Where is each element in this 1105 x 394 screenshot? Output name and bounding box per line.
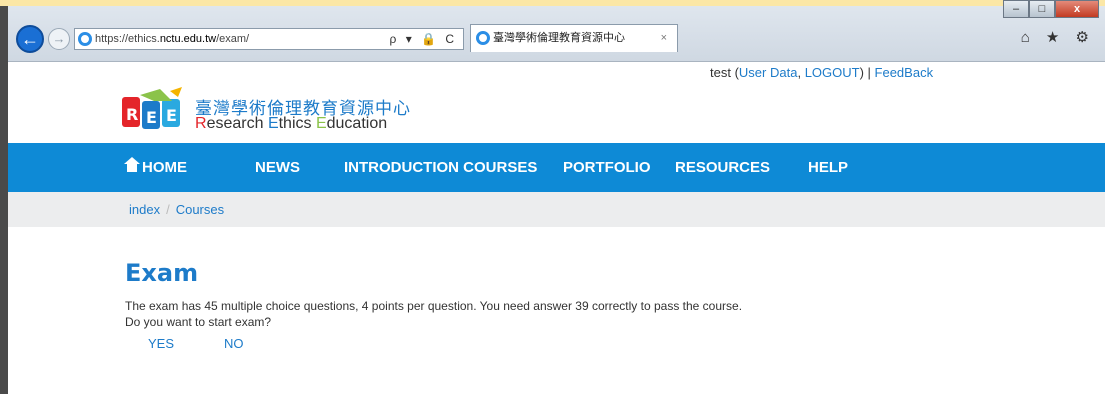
- address-bar[interactable]: https://ethics.nctu.edu.tw/exam/ ρ ▾ 🔒 C: [74, 28, 464, 50]
- url-path: /exam/: [216, 33, 250, 45]
- nav-introduction-courses[interactable]: INTRODUCTION COURSES: [344, 143, 537, 192]
- exam-description: The exam has 45 multiple choice question…: [125, 298, 742, 330]
- url-prefix: https://ethics.: [95, 33, 160, 45]
- userbar-paren: (: [730, 65, 739, 80]
- logo-letter-e2: E: [315, 115, 327, 132]
- home-star-gear-icons[interactable]: ⌂ ★ ⚙: [1021, 28, 1095, 46]
- window-controls: – □ x: [1003, 0, 1099, 18]
- logout-link[interactable]: LOGOUT: [805, 65, 860, 80]
- logo-word-thics: thics: [278, 115, 316, 132]
- svg-text:E: E: [166, 106, 177, 125]
- browser-window: ← → https://ethics.nctu.edu.tw/exam/ ρ ▾…: [0, 0, 1105, 394]
- page-title: Exam: [125, 259, 199, 287]
- feedback-link[interactable]: FeedBack: [875, 65, 934, 80]
- user-bar: test (User Data, LOGOUT) | FeedBack: [710, 65, 933, 80]
- tab-ie-icon: [476, 31, 490, 45]
- browser-tab[interactable]: 臺灣學術倫理教育資源中心 ×: [470, 24, 678, 52]
- nav-help[interactable]: HELP: [808, 143, 848, 192]
- back-arrow-icon[interactable]: ←: [16, 25, 44, 53]
- exam-prompt-text: Do you want to start exam?: [125, 315, 272, 329]
- logo-word-esearch: esearch: [206, 115, 268, 132]
- user-data-link[interactable]: User Data: [739, 65, 798, 80]
- svg-text:R: R: [126, 105, 138, 124]
- tab-title: 臺灣學術倫理教育資源中心: [493, 32, 625, 44]
- ie-logo-icon: [78, 32, 92, 46]
- nav-home[interactable]: HOME: [124, 143, 187, 192]
- nav-portfolio[interactable]: PORTFOLIO: [563, 143, 651, 192]
- no-button[interactable]: NO: [224, 336, 244, 351]
- username: test: [710, 65, 731, 80]
- logo-letter-r: R: [195, 115, 207, 132]
- forward-arrow-icon[interactable]: →: [48, 28, 70, 50]
- logo-english-title[interactable]: Research Ethics Education: [195, 115, 387, 133]
- exam-rules-text: The exam has 45 multiple choice question…: [125, 299, 743, 313]
- nav-resources[interactable]: RESOURCES: [675, 143, 770, 192]
- breadcrumb-separator: /: [166, 202, 170, 217]
- maximize-button[interactable]: □: [1029, 0, 1055, 18]
- breadcrumb-courses[interactable]: Courses: [176, 202, 224, 217]
- yes-button[interactable]: YES: [148, 336, 174, 351]
- ree-logo-icon[interactable]: R E E: [120, 87, 186, 131]
- logo-word-ducation: ducation: [326, 115, 388, 132]
- close-window-button[interactable]: x: [1055, 0, 1099, 18]
- url-host: nctu.edu.tw: [159, 33, 217, 45]
- userbar-separator: ) |: [859, 65, 875, 80]
- breadcrumb: index / Courses: [8, 192, 1105, 227]
- svg-text:E: E: [146, 108, 157, 127]
- browser-toolbar: ← → https://ethics.nctu.edu.tw/exam/ ρ ▾…: [8, 0, 1105, 62]
- nav-news[interactable]: NEWS: [255, 143, 300, 192]
- breadcrumb-index[interactable]: index: [129, 202, 160, 217]
- logo-letter-e1: E: [267, 115, 279, 132]
- nav-home-label: HOME: [142, 159, 187, 176]
- minimize-button[interactable]: –: [1003, 0, 1029, 18]
- main-navbar: HOME NEWS INTRODUCTION COURSES PORTFOLIO…: [8, 143, 1105, 192]
- tab-close-icon[interactable]: ×: [661, 25, 667, 51]
- home-icon: [124, 157, 140, 173]
- userbar-comma: ,: [797, 65, 805, 80]
- address-tools-icons[interactable]: ρ ▾ 🔒 C: [390, 29, 457, 49]
- web-page: test (User Data, LOGOUT) | FeedBack R E …: [8, 63, 1105, 394]
